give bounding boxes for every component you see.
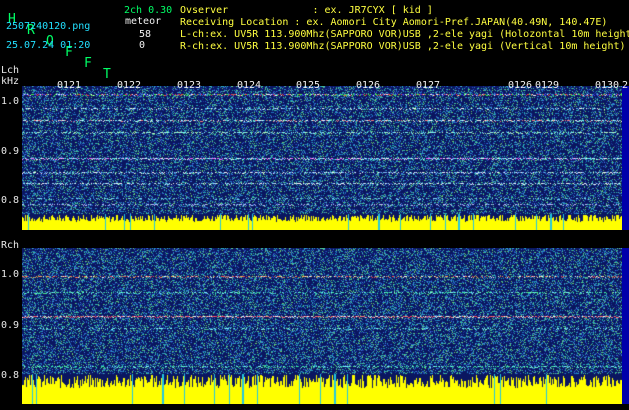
time-tick: 2 [622,80,629,91]
meteor-label: meteor [125,16,162,27]
lch-ylabel: 0.8 [1,195,20,206]
rch-spectrogram [22,248,622,404]
time-tick: 0126 [356,80,381,91]
location-line: Receiving Location : ex. Aomori City Aom… [180,17,608,28]
datetime: 25.07.24 01:20 [6,40,91,51]
lch-line: L-ch:ex. UV5R 113.900Mhz(SAPPORO VOR)USB… [180,29,629,40]
rch-ylabel: 0.9 [1,320,20,331]
filename: 2507240120.png [6,21,91,32]
time-tick: 0126 [508,80,533,91]
time-tick: 0124 [237,80,262,91]
rch-ylabel: 1.0 [1,269,20,280]
lch-spectrogram [22,86,622,230]
time-tick: 0123 [177,80,202,91]
rch-waterfall [22,248,622,404]
lch-waterfall [22,86,622,230]
lch-label: Lch [1,65,20,76]
time-tick: 0121 [57,80,82,91]
observer-line: Ovserver : ex. JR7CYX [ kid ] [180,5,433,16]
rch-edge-strip [622,248,629,404]
time-axis: 0121 0122 0123 0124 0125 0126 0127 0126 … [22,80,629,92]
rch-label: Rch [1,240,20,251]
meteor-count-lch: 58 [139,29,152,40]
lch-ylabel: 0.9 [1,146,20,157]
rch-ylabel: 0.8 [1,370,20,381]
time-tick: 0122 [117,80,142,91]
khz-label: kHz [1,76,20,87]
channel-info: 2ch 0.30 [124,5,173,16]
time-tick: 0129 [535,80,560,91]
title-letter: T [103,67,111,82]
time-tick: 0127 [416,80,441,91]
lch-edge-strip [622,86,629,230]
title-letter: F [84,56,92,71]
lch-ylabel: 1.0 [1,96,20,107]
time-tick: 0130 [595,80,620,91]
time-tick: 0125 [296,80,321,91]
rch-line: R-ch:ex. UV5R 113.900Mhz(SAPPORO VOR)USB… [180,41,626,52]
meteor-count-rch: 0 [139,40,146,51]
